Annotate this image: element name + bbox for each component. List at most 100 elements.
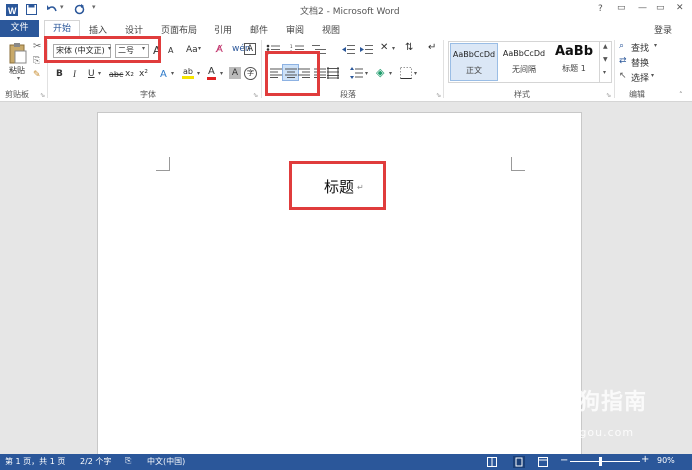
tab-view[interactable]: 视图 [322,23,340,36]
font-color-dropdown-icon[interactable]: ▾ [220,70,223,77]
underline-dropdown-icon[interactable]: ▾ [98,70,101,77]
margin-corner-right [511,157,525,171]
paste-icon[interactable] [9,42,27,64]
tab-file[interactable]: 文件 [0,20,39,37]
highlight-button[interactable]: ab [182,67,194,79]
svg-text:1: 1 [290,44,293,49]
tab-design[interactable]: 设计 [125,23,143,36]
undo-dropdown-icon[interactable]: ▾ [60,3,64,11]
customize-qat-icon[interactable]: ▾ [92,3,96,11]
tab-review[interactable]: 审阅 [286,23,304,36]
font-launcher-icon[interactable]: ⬂ [253,92,258,99]
zoom-out-button[interactable]: − [560,455,568,466]
style-no-spacing[interactable]: AaBbCcDd 无间隔 [500,43,548,81]
shrink-font-button[interactable]: A [168,46,173,55]
borders-icon[interactable] [400,67,412,79]
undo-icon[interactable] [46,4,57,15]
enclose-characters-button[interactable]: 字 [244,67,257,80]
clipboard-launcher-icon[interactable]: ⬂ [40,92,45,99]
tab-insert[interactable]: 插入 [89,23,107,36]
replace-icon[interactable]: ⇄ [619,56,627,66]
sogou-logo-icon [513,382,547,416]
ribbon-tabs: 文件 开始 插入 设计 页面布局 引用 邮件 审阅 视图 登录 [0,20,692,38]
tab-page-layout[interactable]: 页面布局 [161,23,197,36]
paste-dropdown-icon[interactable]: ▾ [17,75,20,82]
find-button[interactable]: 查找 [631,41,649,54]
change-case-dropdown-icon[interactable]: ▾ [198,45,201,52]
font-group-label: 字体 [140,90,156,99]
shading-icon[interactable]: ◈ [376,66,384,79]
zoom-slider[interactable] [570,461,640,462]
character-shading-button[interactable]: A [229,67,241,79]
minimize-button[interactable]: — [638,3,647,13]
status-bar: 第 1 页，共 1 页 2/2 个字 ⎘ 中文(中国) − + 90% [0,454,692,470]
format-painter-icon[interactable]: ✎ [33,70,41,80]
read-mode-icon[interactable] [487,457,497,467]
line-spacing-icon[interactable] [350,67,363,79]
save-icon[interactable] [26,4,37,15]
cut-icon[interactable]: ✂ [33,41,41,52]
find-icon[interactable]: ⌕ [619,41,624,51]
italic-button[interactable]: I [73,69,76,79]
alignment-highlight-box [265,51,320,96]
distributed-icon[interactable] [327,67,339,79]
copy-icon[interactable]: ⎘ [33,56,40,66]
superscript-button[interactable]: x² [139,69,148,79]
change-case-button[interactable]: Aa [186,45,198,55]
word-count[interactable]: 2/2 个字 [80,456,111,467]
paragraph-group-label: 段落 [340,90,356,99]
sort-icon[interactable]: ⇅ [405,42,413,53]
decrease-indent-icon[interactable] [342,44,355,55]
web-layout-icon[interactable] [538,457,548,467]
font-highlight-box [44,36,161,63]
text-effects-dropdown-icon[interactable]: ▾ [171,70,174,77]
style-normal[interactable]: AaBbCcDd 正文 [450,43,498,81]
styles-scroll-down-icon[interactable]: ▼ [603,56,608,63]
proofing-icon[interactable]: ⎘ [125,456,131,466]
subscript-button[interactable]: x₂ [125,69,134,79]
show-marks-icon[interactable]: ↵ [428,42,436,53]
zoom-slider-thumb[interactable] [599,457,602,466]
word-logo-icon: W [6,4,18,16]
help-button[interactable]: ? [598,4,603,14]
close-button[interactable]: ✕ [676,3,684,13]
chinese-layout-icon[interactable]: ✕ [380,42,388,53]
language-status[interactable]: 中文(中国) [147,456,185,467]
sign-in-link[interactable]: 登录 [654,23,672,36]
select-dropdown-icon[interactable]: ▾ [651,72,654,79]
tab-references[interactable]: 引用 [214,23,232,36]
chinese-layout-dropdown-icon[interactable]: ▾ [392,45,395,52]
find-dropdown-icon[interactable]: ▾ [654,42,657,49]
zoom-level[interactable]: 90% [657,456,675,465]
page-count[interactable]: 第 1 页，共 1 页 [5,456,65,467]
borders-dropdown-icon[interactable]: ▾ [414,70,417,77]
styles-scroll-up-icon[interactable]: ▲ [603,43,608,50]
font-color-button[interactable]: A [207,66,216,80]
increase-indent-icon[interactable] [360,44,373,55]
styles-launcher-icon[interactable]: ⬂ [606,92,611,99]
paragraph-launcher-icon[interactable]: ⬂ [436,92,441,99]
highlight-dropdown-icon[interactable]: ▾ [197,70,200,77]
zoom-in-button[interactable]: + [641,454,649,465]
text-effects-icon[interactable]: A [160,69,167,80]
replace-button[interactable]: 替换 [631,56,649,69]
styles-more-icon[interactable]: ▾ [603,69,606,76]
select-icon[interactable]: ↖ [619,71,627,81]
tab-mailings[interactable]: 邮件 [250,23,268,36]
style-heading-1[interactable]: AaBb 标题 1 [550,43,598,81]
select-button[interactable]: 选择 [631,71,649,84]
underline-button[interactable]: U [88,69,95,79]
print-layout-icon[interactable] [513,456,525,468]
style-normal-name: 正文 [466,66,482,75]
line-spacing-dropdown-icon[interactable]: ▾ [365,70,368,77]
character-border-icon[interactable]: A [244,43,256,55]
redo-icon[interactable] [74,4,85,15]
ribbon-display-button[interactable]: ▭ [617,3,626,13]
clear-formatting-icon[interactable]: A̸ [216,44,223,55]
shading-dropdown-icon[interactable]: ▾ [389,70,392,77]
restore-button[interactable]: ▭ [656,3,665,13]
bold-button[interactable]: B [56,69,63,79]
style-no-spacing-preview: AaBbCcDd [502,49,546,58]
collapse-ribbon-icon[interactable]: ˄ [679,91,683,99]
strikethrough-button[interactable]: abc [109,70,123,79]
